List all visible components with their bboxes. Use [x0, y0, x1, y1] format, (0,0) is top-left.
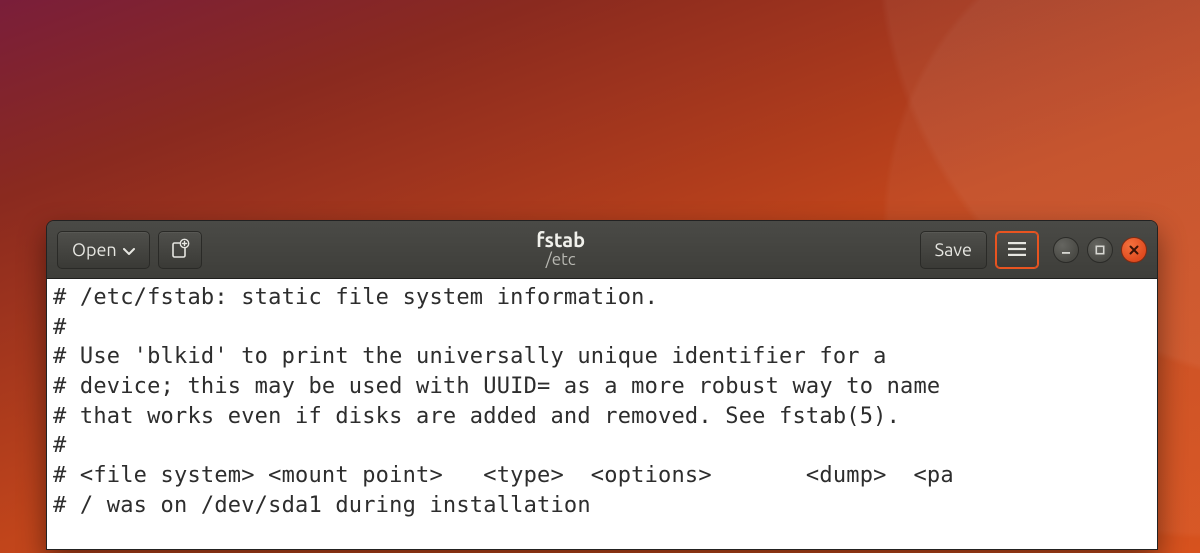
chevron-down-icon [123, 240, 135, 260]
new-tab-button[interactable] [158, 231, 202, 269]
headerbar: Open fstab /etc Save [47, 221, 1157, 279]
save-button-label: Save [935, 240, 972, 260]
window-minimize-button[interactable] [1053, 237, 1079, 263]
text-editor-area[interactable]: # /etc/fstab: static file system informa… [47, 279, 1157, 549]
title-area: fstab /etc [210, 229, 912, 270]
window-controls [1053, 237, 1147, 263]
open-button-label: Open [72, 240, 117, 260]
close-icon [1128, 244, 1140, 256]
document-path: /etc [546, 251, 576, 270]
document-title: fstab [536, 229, 585, 251]
minimize-icon [1060, 244, 1072, 256]
window-close-button[interactable] [1121, 237, 1147, 263]
gedit-window: Open fstab /etc Save [46, 220, 1158, 550]
open-button[interactable]: Open [57, 231, 150, 269]
window-maximize-button[interactable] [1087, 237, 1113, 263]
save-button[interactable]: Save [920, 231, 987, 269]
maximize-icon [1094, 244, 1106, 256]
new-document-icon [170, 238, 190, 262]
hamburger-icon [1008, 240, 1026, 260]
hamburger-menu-button[interactable] [995, 231, 1039, 269]
